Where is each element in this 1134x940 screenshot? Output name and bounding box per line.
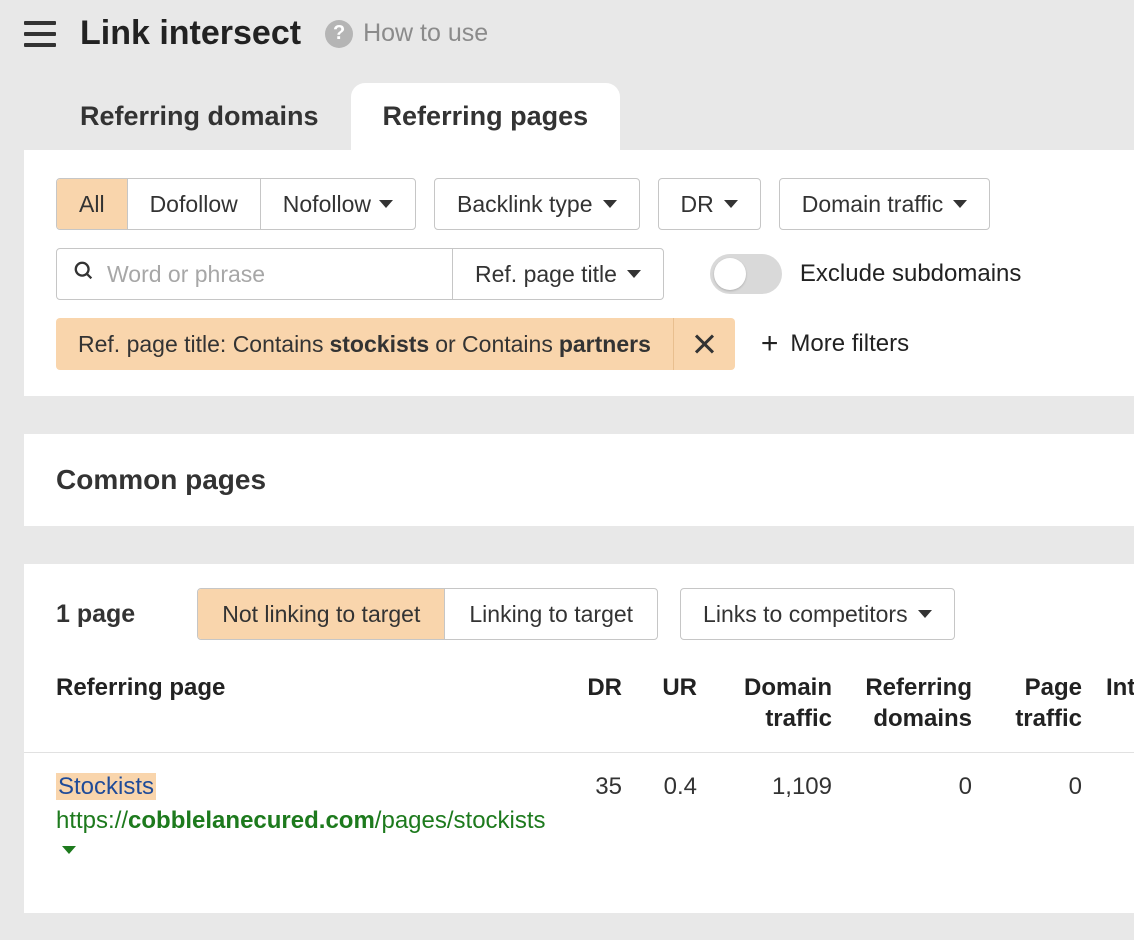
chevron-down-icon	[918, 610, 932, 618]
linking-target-segments: Not linking to target Linking to target	[197, 588, 658, 640]
chevron-down-icon	[953, 200, 967, 208]
cell-page-traffic: 0	[984, 753, 1094, 884]
col-page-traffic[interactable]: Page traffic	[984, 658, 1094, 753]
col-dr[interactable]: DR	[564, 658, 634, 753]
more-filters-label: More filters	[790, 330, 909, 358]
search-input[interactable]	[107, 261, 436, 288]
results-table: Referring page DR UR Domain traffic Refe…	[24, 658, 1134, 883]
chevron-down-icon	[379, 200, 393, 208]
backlink-type-label: Backlink type	[457, 191, 593, 218]
cell-dr: 35	[564, 753, 634, 884]
cell-referring-domains: 0	[844, 753, 984, 884]
col-ur[interactable]: UR	[634, 658, 709, 753]
plus-icon: +	[761, 329, 779, 359]
follow-all-chip[interactable]: All	[57, 179, 128, 229]
follow-dofollow-chip[interactable]: Dofollow	[128, 179, 261, 229]
question-mark-icon: ?	[325, 20, 353, 48]
follow-nofollow-label: Nofollow	[283, 191, 371, 218]
page-header: Link intersect ? How to use	[0, 0, 1134, 83]
page-count-label: 1 page	[56, 600, 135, 629]
common-pages-heading: Common pages	[24, 434, 1134, 526]
search-group: Ref. page title	[56, 248, 664, 300]
close-icon	[693, 333, 715, 355]
segment-linking[interactable]: Linking to target	[444, 589, 657, 639]
tabs-row: Referring domains Referring pages	[0, 83, 1134, 150]
dr-label: DR	[681, 191, 714, 218]
how-to-use-label: How to use	[363, 19, 488, 48]
follow-type-group: All Dofollow Nofollow	[56, 178, 416, 230]
active-filter-label: Ref. page title: Contains stockists or C…	[56, 331, 673, 358]
col-domain-traffic[interactable]: Domain traffic	[709, 658, 844, 753]
segment-not-linking[interactable]: Not linking to target	[198, 589, 444, 639]
chevron-down-icon	[603, 200, 617, 208]
search-icon	[73, 260, 95, 288]
tab-referring-domains[interactable]: Referring domains	[48, 83, 351, 150]
results-panel: 1 page Not linking to target Linking to …	[24, 564, 1134, 913]
search-scope-dropdown[interactable]: Ref. page title	[452, 249, 663, 299]
exclude-subdomains-label: Exclude subdomains	[800, 260, 1021, 288]
remove-filter-button[interactable]	[673, 318, 735, 370]
row-title-link[interactable]: Stockists	[56, 773, 156, 800]
how-to-use-link[interactable]: ? How to use	[325, 19, 488, 48]
row-url[interactable]: https://cobblelanecured.com/pages/stocki…	[56, 807, 552, 863]
cell-intersect	[1094, 753, 1134, 884]
domain-traffic-label: Domain traffic	[802, 191, 943, 218]
col-intersect[interactable]: Inte	[1094, 658, 1134, 753]
follow-nofollow-chip[interactable]: Nofollow	[261, 179, 415, 229]
domain-traffic-dropdown[interactable]: Domain traffic	[779, 178, 990, 230]
exclude-subdomains-toggle[interactable]	[710, 254, 782, 294]
cell-ur: 0.4	[634, 753, 709, 884]
chevron-down-icon	[724, 200, 738, 208]
search-scope-label: Ref. page title	[475, 261, 617, 288]
page-title: Link intersect	[80, 14, 301, 53]
backlink-type-dropdown[interactable]: Backlink type	[434, 178, 640, 230]
chevron-down-icon	[627, 270, 641, 278]
hamburger-menu-icon[interactable]	[24, 21, 56, 47]
chevron-down-icon[interactable]	[62, 846, 76, 854]
active-filter-chip[interactable]: Ref. page title: Contains stockists or C…	[56, 318, 735, 370]
toggle-knob	[714, 258, 746, 290]
dr-dropdown[interactable]: DR	[658, 178, 761, 230]
more-filters-button[interactable]: + More filters	[761, 329, 909, 359]
col-referring-page[interactable]: Referring page	[24, 658, 564, 753]
links-to-competitors-label: Links to competitors	[703, 601, 908, 628]
cell-domain-traffic: 1,109	[709, 753, 844, 884]
tab-referring-pages[interactable]: Referring pages	[351, 83, 621, 150]
table-row: Stockists https://cobblelanecured.com/pa…	[24, 753, 1134, 884]
filters-panel: All Dofollow Nofollow Backlink type DR D…	[24, 150, 1134, 396]
col-referring-domains[interactable]: Referring domains	[844, 658, 984, 753]
links-to-competitors-dropdown[interactable]: Links to competitors	[680, 588, 955, 640]
